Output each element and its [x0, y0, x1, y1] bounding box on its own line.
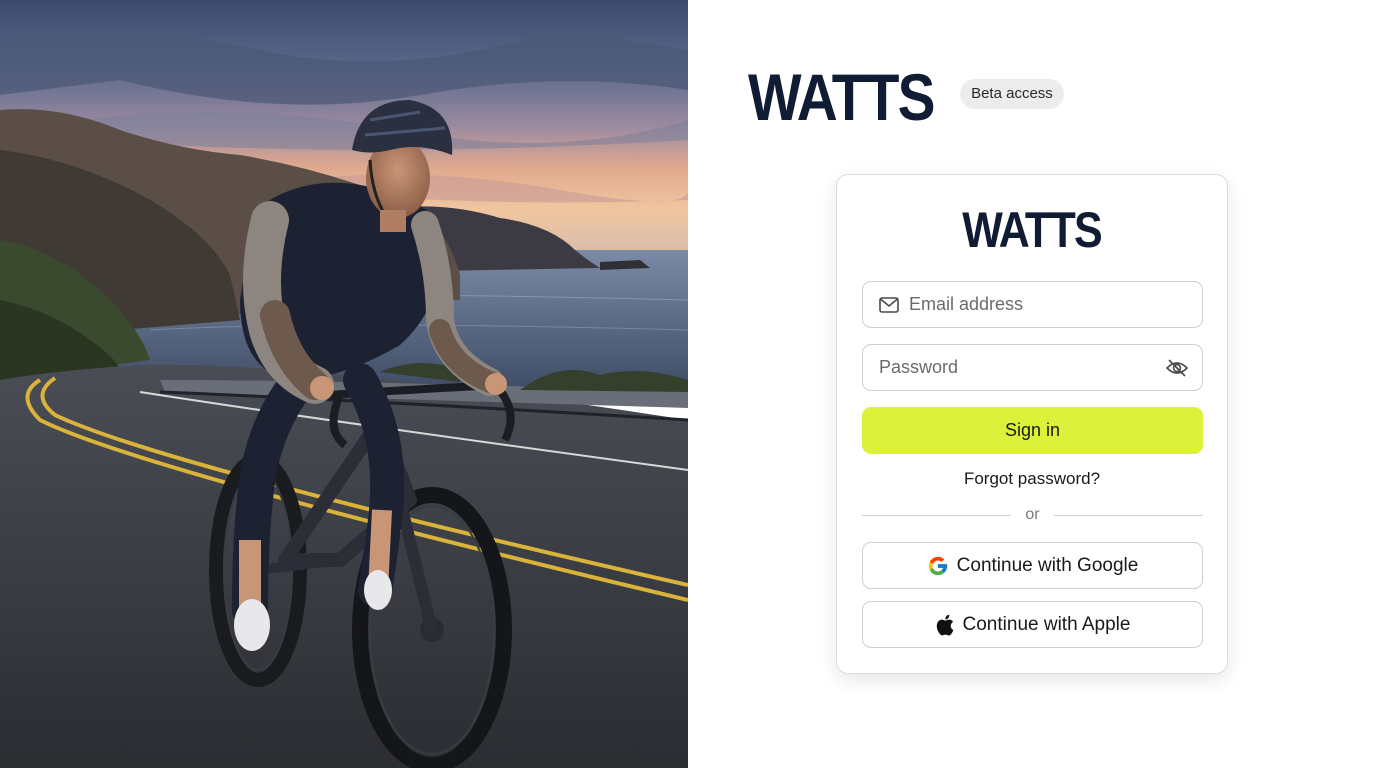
cyclist-scene-illustration	[0, 0, 688, 768]
hero-photo	[0, 0, 688, 768]
watts-logo: WATTS	[748, 60, 936, 134]
email-input[interactable]	[899, 282, 1202, 327]
google-button-label: Continue with Google	[956, 554, 1139, 576]
email-field[interactable]	[862, 281, 1203, 328]
beta-access-badge: Beta access	[960, 78, 1064, 110]
divider-line-left	[862, 514, 1012, 516]
card-logo-wrap: WATTS	[837, 202, 1227, 258]
sign-in-button[interactable]: Sign in	[862, 407, 1203, 454]
eye-off-icon[interactable]	[1166, 358, 1188, 377]
password-input[interactable]	[879, 345, 1166, 390]
apple-icon	[935, 614, 955, 636]
brand-header: WATTS Beta access	[748, 60, 1064, 134]
or-divider: or	[862, 505, 1204, 525]
divider-or-label: or	[1025, 506, 1040, 523]
auth-panel: WATTS Beta access WATTS Email address Si…	[688, 0, 1376, 768]
mail-icon	[879, 296, 899, 313]
divider-line-right	[1053, 514, 1204, 516]
continue-with-google-button[interactable]: Continue with Google	[862, 542, 1203, 589]
apple-button-label: Continue with Apple	[962, 613, 1131, 635]
google-icon	[927, 555, 949, 577]
password-field[interactable]	[862, 344, 1203, 391]
continue-with-apple-button[interactable]: Continue with Apple	[862, 601, 1203, 648]
login-card: WATTS Sign in Forgot password?	[836, 174, 1228, 674]
forgot-password-link[interactable]: Forgot password?	[837, 469, 1227, 489]
card-watts-logo: WATTS	[962, 202, 1103, 258]
